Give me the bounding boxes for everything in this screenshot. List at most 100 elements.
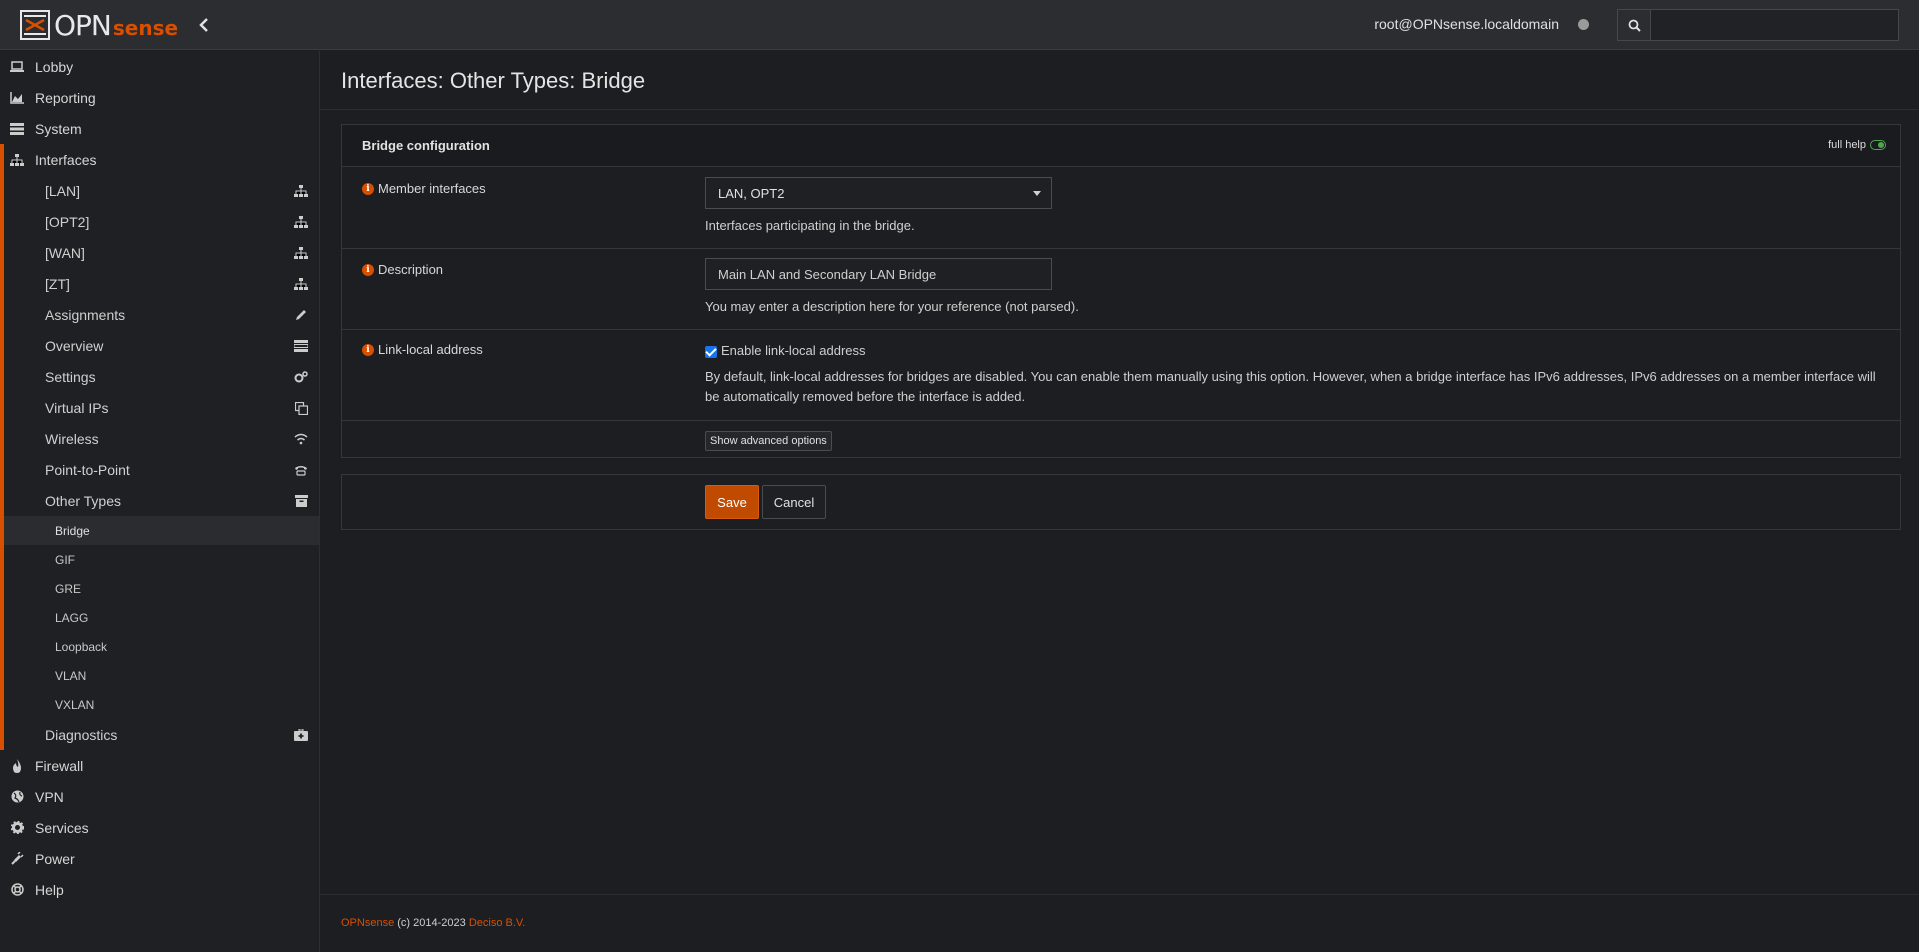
sidebar-item-label: Overview [45, 337, 104, 354]
system-status-icon[interactable] [1578, 19, 1589, 30]
advanced-field: Show advanced options [705, 431, 832, 451]
sidebar-item-wireless[interactable]: Wireless [4, 423, 319, 454]
sidebar-item-reporting[interactable]: Reporting [0, 82, 319, 113]
sidebar-item-bridge[interactable]: Bridge [4, 516, 319, 545]
sidebar-item-label: Wireless [45, 430, 99, 447]
sidebar-item-label: Interfaces [35, 151, 97, 168]
sidebar-item-point-to-point[interactable]: Point-to-Point [4, 454, 319, 485]
sidebar-item-settings[interactable]: Settings [4, 361, 319, 392]
sidebar-item-other-types[interactable]: Other Types [4, 485, 319, 516]
sidebar-item-label: System [35, 120, 82, 137]
info-icon[interactable]: i [362, 343, 374, 356]
sidebar-item-vlan[interactable]: VLAN [4, 661, 319, 690]
sidebar-item-loopback[interactable]: Loopback [4, 632, 319, 661]
wifi-icon [293, 431, 309, 447]
full-help-label: full help [1828, 139, 1866, 151]
description-input[interactable]: Main LAN and Secondary LAN Bridge [705, 258, 1052, 290]
tasks-icon [293, 338, 309, 354]
sidebar-item-assignments[interactable]: Assignments [4, 299, 319, 330]
show-advanced-button[interactable]: Show advanced options [705, 431, 832, 451]
bridge-config-panel: Bridge configuration full help i Member … [341, 124, 1901, 458]
sidebar-item-label: Services [35, 819, 89, 836]
sidebar-item-label: Power [35, 850, 75, 867]
sidebar-item-lagg[interactable]: LAGG [4, 603, 319, 632]
search-input[interactable] [1651, 9, 1899, 41]
save-button[interactable]: Save [705, 485, 759, 519]
panel-title: Bridge configuration [362, 138, 490, 153]
description-label: Description [378, 262, 444, 277]
footer-opnsense-link[interactable]: OPNsense [341, 917, 394, 929]
opnsense-logo[interactable]: OPN sense [20, 8, 179, 42]
footer: OPNsense (c) 2014-2023 Deciso B.V. [341, 917, 525, 929]
sidebar-item-overview[interactable]: Overview [4, 330, 319, 361]
sidebar-item-interfaces[interactable]: Interfaces [0, 144, 319, 175]
sidebar-item-vxlan[interactable]: VXLAN [4, 690, 319, 719]
description-row: i Description Main LAN and Secondary LAN… [342, 249, 1900, 330]
clone-icon [293, 400, 309, 416]
sidebar-item-label: [WAN] [45, 244, 85, 261]
sidebar-item-lobby[interactable]: Lobby [0, 51, 319, 82]
cancel-button[interactable]: Cancel [762, 485, 826, 519]
link-local-field: Enable link-local address By default, li… [705, 341, 1885, 407]
link-local-label-wrap: i Link-local address [362, 342, 483, 357]
actions-panel: Save Cancel [341, 474, 1901, 530]
advanced-row: Show advanced options [342, 421, 1900, 461]
member-interfaces-label: Member interfaces [378, 181, 486, 196]
description-field: Main LAN and Secondary LAN Bridge You ma… [705, 258, 1079, 317]
logo-sub-text: sense [112, 16, 179, 40]
cogs-icon [293, 369, 309, 385]
caret-down-icon [1033, 191, 1041, 196]
sidebar-item-help[interactable]: Help [0, 874, 319, 905]
sidebar-item-firewall[interactable]: Firewall [0, 750, 319, 781]
sidebar-item-label: Reporting [35, 89, 96, 106]
link-local-label: Link-local address [378, 342, 483, 357]
footer-copyright: (c) 2014-2023 [397, 917, 466, 929]
link-local-checkbox-wrap[interactable]: Enable link-local address [705, 341, 1885, 361]
sitemap-icon [293, 183, 309, 199]
sidebar-item-services[interactable]: Services [0, 812, 319, 843]
footer-deciso-link[interactable]: Deciso B.V. [469, 917, 525, 929]
page-title: Interfaces: Other Types: Bridge [341, 68, 646, 93]
plug-icon [10, 852, 24, 866]
globe-icon [10, 790, 24, 804]
sidebar-item-wan[interactable]: [WAN] [4, 237, 319, 268]
sidebar-item-opt2[interactable]: [OPT2] [4, 206, 319, 237]
sidebar-item-virtual-ips[interactable]: Virtual IPs [4, 392, 319, 423]
user-menu[interactable]: root@OPNsense.localdomain [1374, 16, 1559, 32]
title-divider [320, 109, 1919, 110]
search-button[interactable] [1617, 9, 1651, 41]
logo-main-text: OPN [54, 8, 112, 42]
logo-mark-icon [20, 10, 50, 40]
area-chart-icon [10, 91, 24, 105]
sidebar: Lobby Reporting System Interfaces [LAN] … [0, 51, 320, 952]
collapse-sidebar-icon[interactable] [196, 15, 212, 35]
full-help-toggle[interactable]: full help [1828, 139, 1886, 151]
link-local-checkbox[interactable] [705, 345, 717, 358]
cog-icon [10, 821, 24, 835]
sidebar-item-zt[interactable]: [ZT] [4, 268, 319, 299]
sidebar-item-label: Settings [45, 368, 96, 385]
footer-divider [320, 894, 1919, 895]
sidebar-item-gif[interactable]: GIF [4, 545, 319, 574]
sidebar-item-vpn[interactable]: VPN [0, 781, 319, 812]
sidebar-item-power[interactable]: Power [0, 843, 319, 874]
member-interfaces-select[interactable]: LAN, OPT2 [705, 177, 1052, 209]
sidebar-item-label: Point-to-Point [45, 461, 130, 478]
info-icon[interactable]: i [362, 182, 374, 195]
sidebar-item-label: VPN [35, 788, 64, 805]
top-bar: OPN sense root@OPNsense.localdomain [0, 0, 1919, 50]
link-local-hint: By default, link-local addresses for bri… [705, 369, 1876, 404]
sidebar-item-label: [OPT2] [45, 213, 90, 230]
member-interfaces-field: LAN, OPT2 Interfaces participating in th… [705, 177, 1052, 236]
sidebar-item-lan[interactable]: [LAN] [4, 175, 319, 206]
sidebar-item-diagnostics[interactable]: Diagnostics [4, 719, 319, 750]
phone-icon [293, 462, 309, 478]
sidebar-item-label: Other Types [45, 492, 122, 509]
sidebar-item-label: Help [35, 881, 64, 898]
sitemap-icon [10, 153, 24, 167]
info-icon[interactable]: i [362, 263, 374, 276]
sidebar-item-label: [ZT] [45, 275, 70, 292]
sidebar-item-system[interactable]: System [0, 113, 319, 144]
sidebar-item-gre[interactable]: GRE [4, 574, 319, 603]
pencil-icon [293, 307, 309, 323]
